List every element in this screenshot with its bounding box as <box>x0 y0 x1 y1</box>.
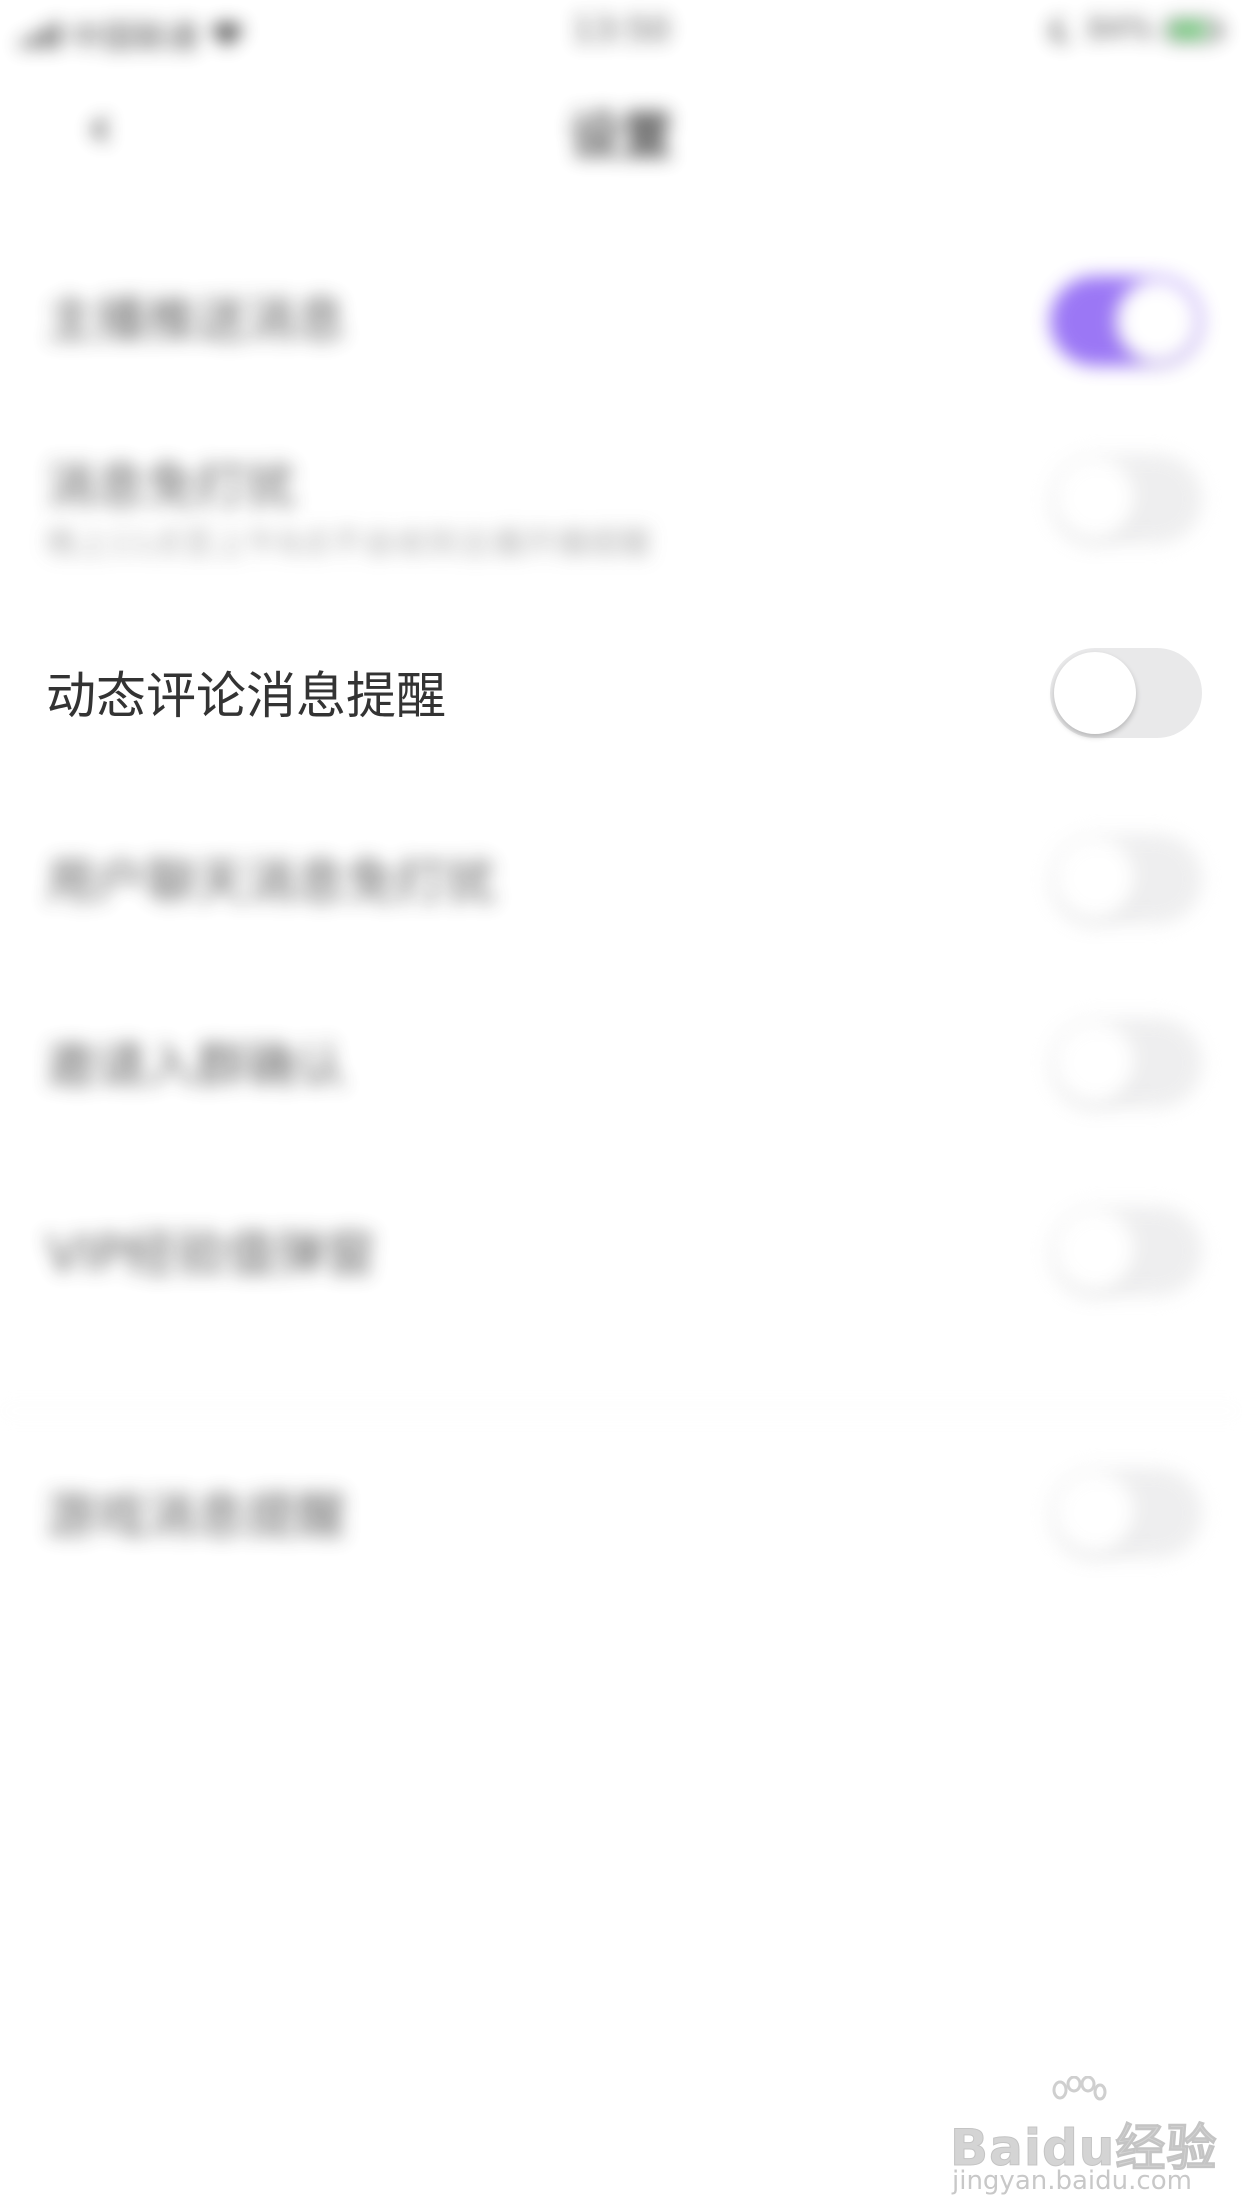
toggle-game-reminder[interactable] <box>1050 1468 1202 1558</box>
setting-row-vip-popup[interactable]: VIP经验值弹窗 <box>0 1150 1242 1336</box>
page-title: 设置 <box>568 107 673 167</box>
setting-label: 主播推送消息 <box>46 291 346 349</box>
toggle-vip-popup[interactable] <box>1050 1206 1202 1296</box>
setting-label: 消息免打扰 <box>46 457 296 515</box>
battery-fill <box>1171 22 1206 37</box>
setting-row-anchor-push[interactable]: 主播推送消息 <box>0 220 1242 406</box>
setting-row-group-invite-confirm[interactable]: 邀请入群确认 <box>0 964 1242 1150</box>
watermark-url: jingyan.baidu.com <box>952 2166 1192 2196</box>
nav-bar: ‹ 设置 <box>0 64 1242 188</box>
setting-label: VIP经验值弹窗 <box>46 1225 376 1283</box>
moon-icon <box>1051 17 1074 42</box>
status-bar: 中国联通 13:50 84% <box>0 0 1242 64</box>
setting-label: 动态评论消息提醒 <box>46 667 446 725</box>
setting-label: 游戏消息提醒 <box>46 1487 346 1545</box>
setting-row-chat-do-not-disturb[interactable]: 用户聊天消息免打扰 <box>0 778 1242 964</box>
toggle-do-not-disturb[interactable] <box>1050 454 1202 544</box>
status-right: 84% <box>1049 12 1223 47</box>
battery-icon <box>1166 17 1223 42</box>
battery-percent: 84% <box>1087 12 1154 47</box>
setting-subtitle: 晚上11点至上午8点不会收到主播开播提醒 <box>46 524 652 562</box>
baidu-watermark: Baidu经验 jingyan.baidu.com <box>949 2076 1217 2196</box>
setting-label: 邀请入群确认 <box>46 1037 346 1095</box>
setting-row-do-not-disturb[interactable]: 消息免打扰 晚上11点至上午8点不会收到主播开播提醒 <box>0 406 1242 592</box>
toggle-group-invite-confirm[interactable] <box>1050 1018 1202 1108</box>
toggle-chat-do-not-disturb[interactable] <box>1050 834 1202 924</box>
setting-row-game-reminder[interactable]: 游戏消息提醒 <box>0 1410 1242 1596</box>
toggle-comment-reminder[interactable] <box>1050 648 1202 738</box>
setting-row-comment-reminder[interactable]: 动态评论消息提醒 <box>0 592 1242 778</box>
setting-label: 用户聊天消息免打扰 <box>46 853 496 911</box>
toggle-anchor-push[interactable] <box>1050 276 1202 366</box>
